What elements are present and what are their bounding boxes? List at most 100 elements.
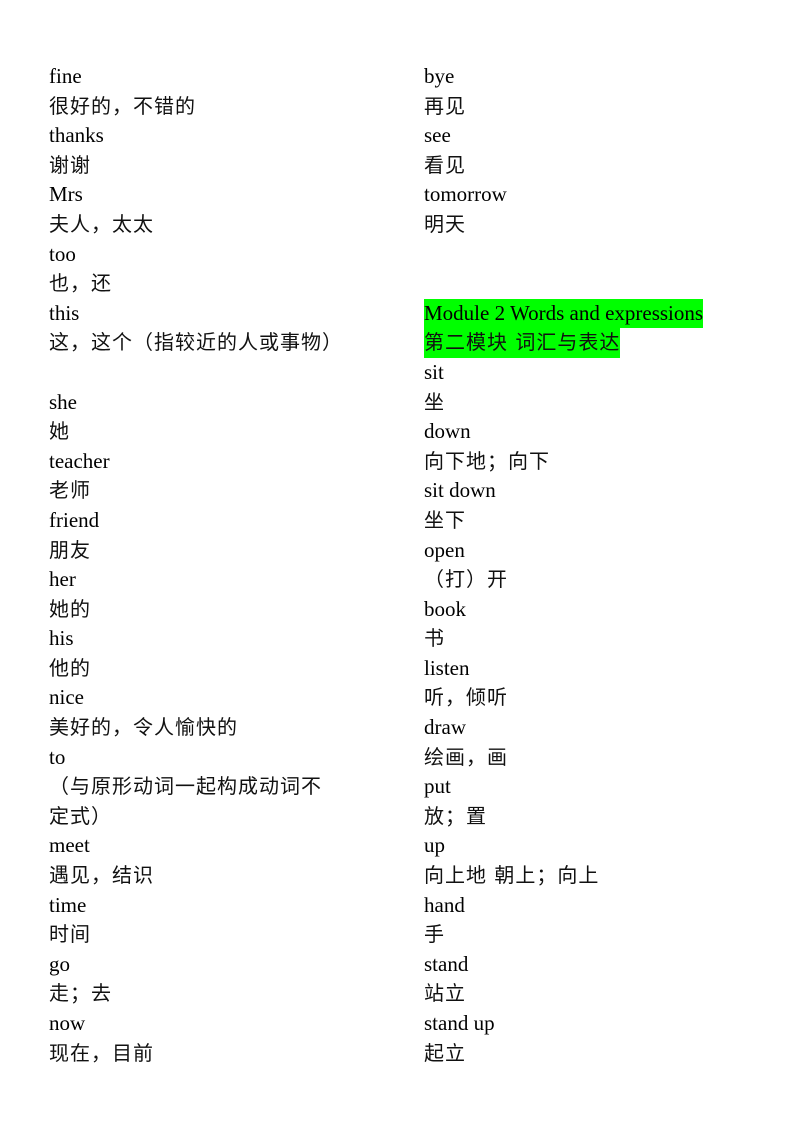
meaning: 她的 <box>49 596 91 621</box>
module-heading-chinese: 第二模块 词汇与表达 <box>424 328 621 358</box>
meaning: 绘画，画 <box>424 744 508 769</box>
word: she <box>49 389 77 414</box>
word: to <box>49 744 66 769</box>
vocab-entry: see 看见 <box>424 121 764 180</box>
vocab-entry: thanks 谢谢 <box>49 121 399 180</box>
meaning: 书 <box>424 626 445 651</box>
vocab-entry: tomorrow 明天 <box>424 180 764 239</box>
meaning: 她 <box>49 419 70 444</box>
vocab-entry: listen 听，倾听 <box>424 654 764 713</box>
meaning: 朋友 <box>49 537 91 562</box>
word: listen <box>424 655 470 680</box>
vocab-entry: Mrs 夫人，太太 <box>49 180 399 239</box>
meaning: 再见 <box>424 93 466 118</box>
vocab-entry: open （打）开 <box>424 536 764 595</box>
word: his <box>49 626 74 651</box>
left-column: fine 很好的，不错的 thanks 谢谢 Mrs 夫人，太太 too 也，还… <box>49 62 399 1068</box>
meaning: 这，这个（指较近的人或事物） <box>49 330 343 355</box>
vocab-entry: his 他的 <box>49 624 399 683</box>
word: thanks <box>49 123 104 148</box>
vocab-entry: time 时间 <box>49 891 399 950</box>
meaning: 时间 <box>49 922 91 947</box>
vocab-entry: meet 遇见，结识 <box>49 831 399 890</box>
word: meet <box>49 833 90 858</box>
vocab-entry: down 向下地；向下 <box>424 417 764 476</box>
meaning: 很好的，不错的 <box>49 93 196 118</box>
module-heading-english: Module 2 Words and expressions <box>424 298 704 329</box>
vocab-entry: stand up 起立 <box>424 1009 764 1068</box>
word: sit down <box>424 478 496 503</box>
word: bye <box>424 64 455 88</box>
vocab-entry: go 走；去 <box>49 950 399 1009</box>
meaning: 遇见，结识 <box>49 863 154 888</box>
meaning: 坐下 <box>424 507 466 532</box>
vocab-entry: stand 站立 <box>424 950 764 1009</box>
word: put <box>424 774 451 799</box>
word: see <box>424 123 451 148</box>
meaning: 美好的，令人愉快的 <box>49 715 238 740</box>
word: Mrs <box>49 182 83 207</box>
vocab-entry: draw 绘画，画 <box>424 713 764 772</box>
vocab-entry: book 书 <box>424 595 764 654</box>
meaning: 向下地；向下 <box>424 448 550 473</box>
word: now <box>49 1011 86 1035</box>
vocab-entry: nice 美好的，令人愉快的 <box>49 683 399 742</box>
vocab-entry: her 她的 <box>49 565 399 624</box>
module-heading: Module 2 Words and expressions 第二模块 词汇与表… <box>424 298 764 358</box>
word: open <box>424 537 465 562</box>
word: friend <box>49 507 100 532</box>
vocab-entry: fine 很好的，不错的 <box>49 62 399 121</box>
meaning-line-1: （与原形动词一起构成动词不 <box>49 774 322 799</box>
vocab-entry: too 也，还 <box>49 240 399 299</box>
meaning: 也，还 <box>49 271 112 296</box>
word: down <box>424 419 471 444</box>
word: draw <box>424 715 466 740</box>
meaning: 坐 <box>424 389 445 414</box>
word: time <box>49 892 87 917</box>
meaning: 现在，目前 <box>49 1040 154 1065</box>
word: go <box>49 951 70 976</box>
word: book <box>424 596 466 621</box>
meaning: 向上地 朝上；向上 <box>424 863 600 888</box>
meaning: （打）开 <box>424 567 508 592</box>
meaning: 夫人，太太 <box>49 211 154 236</box>
meaning: 手 <box>424 922 445 947</box>
vocab-entry: sit 坐 <box>424 358 764 417</box>
vocab-entry: now 现在，目前 <box>49 1009 399 1068</box>
word: this <box>49 300 80 325</box>
word: hand <box>424 892 465 917</box>
word: teacher <box>49 448 110 473</box>
word: stand <box>424 951 469 976</box>
vocab-entry: this 这，这个（指较近的人或事物） <box>49 299 399 358</box>
meaning: 站立 <box>424 981 466 1006</box>
vocab-entry: hand 手 <box>424 891 764 950</box>
meaning: 走；去 <box>49 981 112 1006</box>
vocab-entry: up 向上地 朝上；向上 <box>424 831 764 890</box>
vocab-entry: she 她 <box>49 388 399 447</box>
meaning: 老师 <box>49 478 91 503</box>
vocab-entry: bye 再见 <box>424 62 764 121</box>
meaning: 听，倾听 <box>424 685 508 710</box>
word: tomorrow <box>424 182 507 207</box>
word: stand up <box>424 1011 495 1035</box>
word: fine <box>49 64 82 88</box>
vocab-entry: friend 朋友 <box>49 506 399 565</box>
meaning-line-2: 定式） <box>49 803 112 828</box>
word: up <box>424 833 445 858</box>
meaning: 起立 <box>424 1040 466 1065</box>
vocab-entry: sit down 坐下 <box>424 476 764 535</box>
right-column: bye 再见 see 看见 tomorrow 明天 Module 2 Words… <box>424 62 764 1068</box>
meaning: 谢谢 <box>49 152 91 177</box>
word: sit <box>424 359 444 384</box>
vocab-entry: teacher 老师 <box>49 447 399 506</box>
meaning: 他的 <box>49 655 91 680</box>
meaning: 放；置 <box>424 803 487 828</box>
word: too <box>49 241 76 266</box>
vocab-entry: put 放；置 <box>424 772 764 831</box>
meaning: 明天 <box>424 211 466 236</box>
word: nice <box>49 685 84 710</box>
vocab-entry: to （与原形动词一起构成动词不 定式） <box>49 743 399 832</box>
